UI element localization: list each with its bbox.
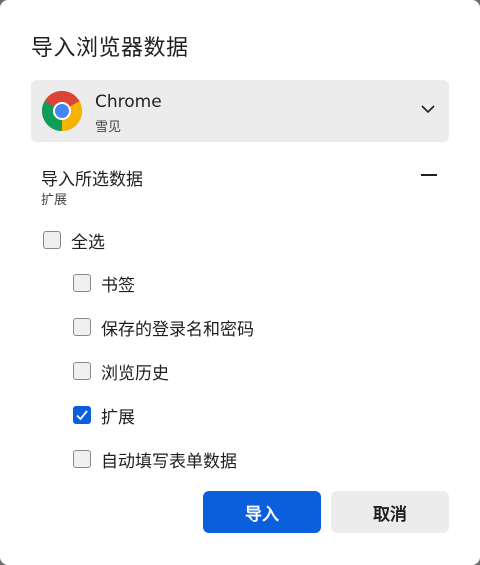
select-all-checkbox[interactable] (43, 231, 61, 249)
select-all-option[interactable]: 全选 (43, 228, 105, 253)
passwords-checkbox[interactable] (73, 318, 91, 336)
checkmark-icon (76, 410, 88, 421)
section-summary: 扩展 (41, 193, 68, 208)
option-label: 保存的登录名和密码 (101, 319, 254, 340)
option-label: 书签 (101, 275, 135, 296)
autofill-checkbox[interactable] (73, 450, 91, 468)
option-item-history[interactable]: 浏览历史 (73, 359, 169, 384)
browser-profile-dropdown[interactable]: Chrome 雪见 (31, 80, 449, 142)
option-item-passwords[interactable]: 保存的登录名和密码 (73, 315, 254, 340)
history-checkbox[interactable] (73, 362, 91, 380)
bookmarks-checkbox[interactable] (73, 274, 91, 292)
collapse-section-button[interactable] (420, 166, 438, 184)
option-label: 浏览历史 (101, 363, 169, 384)
import-browser-data-dialog: 导入浏览器数据 Chrome 雪见 导入所选数据 扩展 全选 书签 保存的登录名… (0, 0, 480, 565)
option-item-autofill[interactable]: 自动填写表单数据 (73, 447, 237, 472)
chevron-down-icon (421, 105, 435, 114)
import-button[interactable]: 导入 (203, 491, 321, 533)
option-item-bookmarks[interactable]: 书签 (73, 271, 135, 296)
dialog-title: 导入浏览器数据 (31, 36, 189, 61)
select-all-label: 全选 (71, 232, 105, 253)
cancel-button[interactable]: 取消 (331, 491, 449, 533)
browser-name: Chrome (95, 92, 162, 112)
option-item-extensions[interactable]: 扩展 (73, 403, 135, 428)
profile-name: 雪见 (95, 120, 122, 135)
extensions-checkbox[interactable] (73, 406, 91, 424)
chrome-logo-icon (42, 91, 82, 131)
option-label: 扩展 (101, 407, 135, 428)
option-label: 自动填写表单数据 (101, 451, 237, 472)
section-header: 导入所选数据 (41, 170, 143, 190)
